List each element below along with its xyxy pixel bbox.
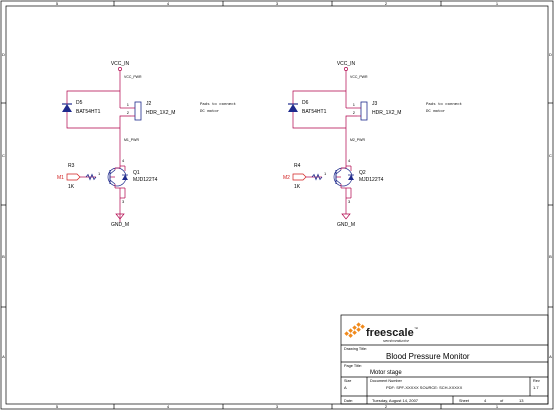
border-col-label: 4 (167, 1, 170, 6)
input-port-label: M1 (57, 175, 64, 181)
header-j2: 1 2 J2 HDR_1X2_M Pads to connect DC moto… (127, 101, 236, 121)
pin-number: 2 (353, 110, 356, 115)
vcc-in-symbol: VCC_IN (111, 61, 130, 71)
border-col-label: 3 (276, 1, 279, 6)
vcc-in-label: VCC_IN (337, 61, 356, 67)
border-row-label: A (549, 354, 552, 359)
border-col-label: 2 (385, 1, 388, 6)
transistor-q2: 1 4 3 Q2 MJD122T4 (324, 158, 384, 204)
freescale-logo-icon (344, 322, 365, 338)
drawing-title-label: Drawing Title: (344, 347, 367, 351)
sheet-of: of (500, 399, 504, 403)
freescale-logo: freescale ™ semiconductor (344, 322, 418, 343)
date-label: Date: (344, 399, 353, 403)
vcc-pwr-net: VCC_PWR (350, 75, 368, 79)
pwr-net-label: M2_PWR (350, 138, 365, 142)
gnd-symbol: GND_M (337, 213, 355, 228)
vcc-pwr-net: VCC_PWR (124, 75, 142, 79)
gnd-label: GND_M (111, 222, 129, 228)
transistor-part: MJD122T4 (359, 177, 384, 183)
border-col-label: 1 (496, 1, 499, 6)
page-title-label: Page Title: (344, 364, 362, 368)
header-note-line1: Pads to connect (426, 102, 462, 107)
motor-driver-circuit-1: VCC_IN VCC_PWR D5 BAT54HT1 1 2 J2 HDR_1X… (57, 61, 236, 228)
diode-part: BAT54HT1 (302, 109, 327, 115)
header-part: HDR_1X2_M (146, 110, 175, 116)
transistor-q1: 1 4 3 Q1 MJD122T4 (98, 158, 158, 204)
pin-number: 3 (348, 199, 351, 204)
gnd-label: GND_M (337, 222, 355, 228)
border-col-label: 4 (167, 404, 170, 409)
drawing-title: Blood Pressure Monitor (386, 352, 470, 361)
resistor-r4: R4 1K (294, 163, 323, 190)
border-row-label: D (2, 52, 5, 57)
schematic-sheet: 5 4 3 2 1 5 4 3 2 1 D C B A D C B A VCC_… (0, 0, 554, 410)
border-row-label: A (2, 354, 5, 359)
date-value: Tuesday, August 14, 2007 (372, 398, 419, 403)
border-row-label: C (549, 153, 552, 158)
border-row-label: B (549, 254, 552, 259)
header-ref: J3 (372, 101, 378, 107)
border-row-label: D (549, 52, 552, 57)
border-col-label: 5 (56, 1, 59, 6)
transistor-ref: Q2 (359, 170, 366, 176)
diode-d6: D6 BAT54HT1 (288, 100, 327, 116)
pin-number: 1 (127, 102, 130, 107)
transistor-ref: Q1 (133, 170, 140, 176)
pin-number: 1 (98, 171, 101, 176)
border-col-label: 5 (56, 404, 59, 409)
wires (292, 71, 357, 214)
resistor-ref: R3 (68, 163, 75, 169)
resistor-ref: R4 (294, 163, 301, 169)
input-port-m2: M2 (283, 173, 312, 181)
header-note-line2: DC motor (426, 109, 446, 114)
logo-subtitle: semiconductor (383, 338, 410, 343)
transistor-part: MJD122T4 (133, 177, 158, 183)
resistor-value: 1K (68, 184, 75, 190)
pin-number: 3 (122, 199, 125, 204)
document-number-label: Document Number (370, 379, 403, 383)
pin-number: 2 (127, 110, 130, 115)
diode-ref: D6 (302, 100, 309, 106)
vcc-in-label: VCC_IN (111, 61, 130, 67)
pin-number: 1 (353, 102, 356, 107)
logo-trademark: ™ (414, 326, 418, 331)
diode-ref: D5 (76, 100, 83, 106)
sheet-number: 4 (484, 398, 487, 403)
resistor-r3: R3 1K (68, 163, 97, 190)
diode-part: BAT54HT1 (76, 109, 101, 115)
header-part: HDR_1X2_M (372, 110, 401, 116)
rev-label: Rev (533, 379, 540, 383)
resistor-value: 1K (294, 184, 301, 190)
header-note-line1: Pads to connect (200, 102, 236, 107)
pin-number: 4 (122, 158, 125, 163)
border-col-label: 2 (385, 404, 388, 409)
size-label: Size (344, 379, 351, 383)
document-number: PDF: SPF-XXXXX SOURCE: SCH-XXXXX (386, 385, 463, 390)
sheet-label: Sheet (459, 399, 470, 403)
input-port-label: M2 (283, 175, 290, 181)
vcc-in-symbol: VCC_IN (337, 61, 356, 71)
header-ref: J2 (146, 101, 152, 107)
pin-number: 1 (324, 171, 327, 176)
input-port-m1: M1 (57, 173, 86, 181)
page-title: Motor stage (370, 370, 402, 376)
pwr-net-label: M1_PWR (124, 138, 139, 142)
motor-driver-circuit-2: VCC_IN VCC_PWR D6 BAT54HT1 1 2 J3 HDR_1X… (283, 61, 462, 228)
rev-value: 1.7 (533, 385, 539, 390)
pin-number: 4 (348, 158, 351, 163)
header-note-line2: DC motor (200, 109, 220, 114)
size-value: A (344, 385, 347, 390)
header-j3: 1 2 J3 HDR_1X2_M Pads to connect DC moto… (353, 101, 462, 121)
border-col-label: 3 (276, 404, 279, 409)
sheet-total: 13 (519, 398, 524, 403)
border-col-label: 1 (496, 404, 499, 409)
border-row-label: C (2, 153, 5, 158)
sheet-frame (0, 0, 554, 410)
title-block: freescale ™ semiconductor Drawing Title:… (340, 314, 549, 405)
diode-d5: D5 BAT54HT1 (62, 100, 101, 116)
border-row-label: B (2, 254, 5, 259)
